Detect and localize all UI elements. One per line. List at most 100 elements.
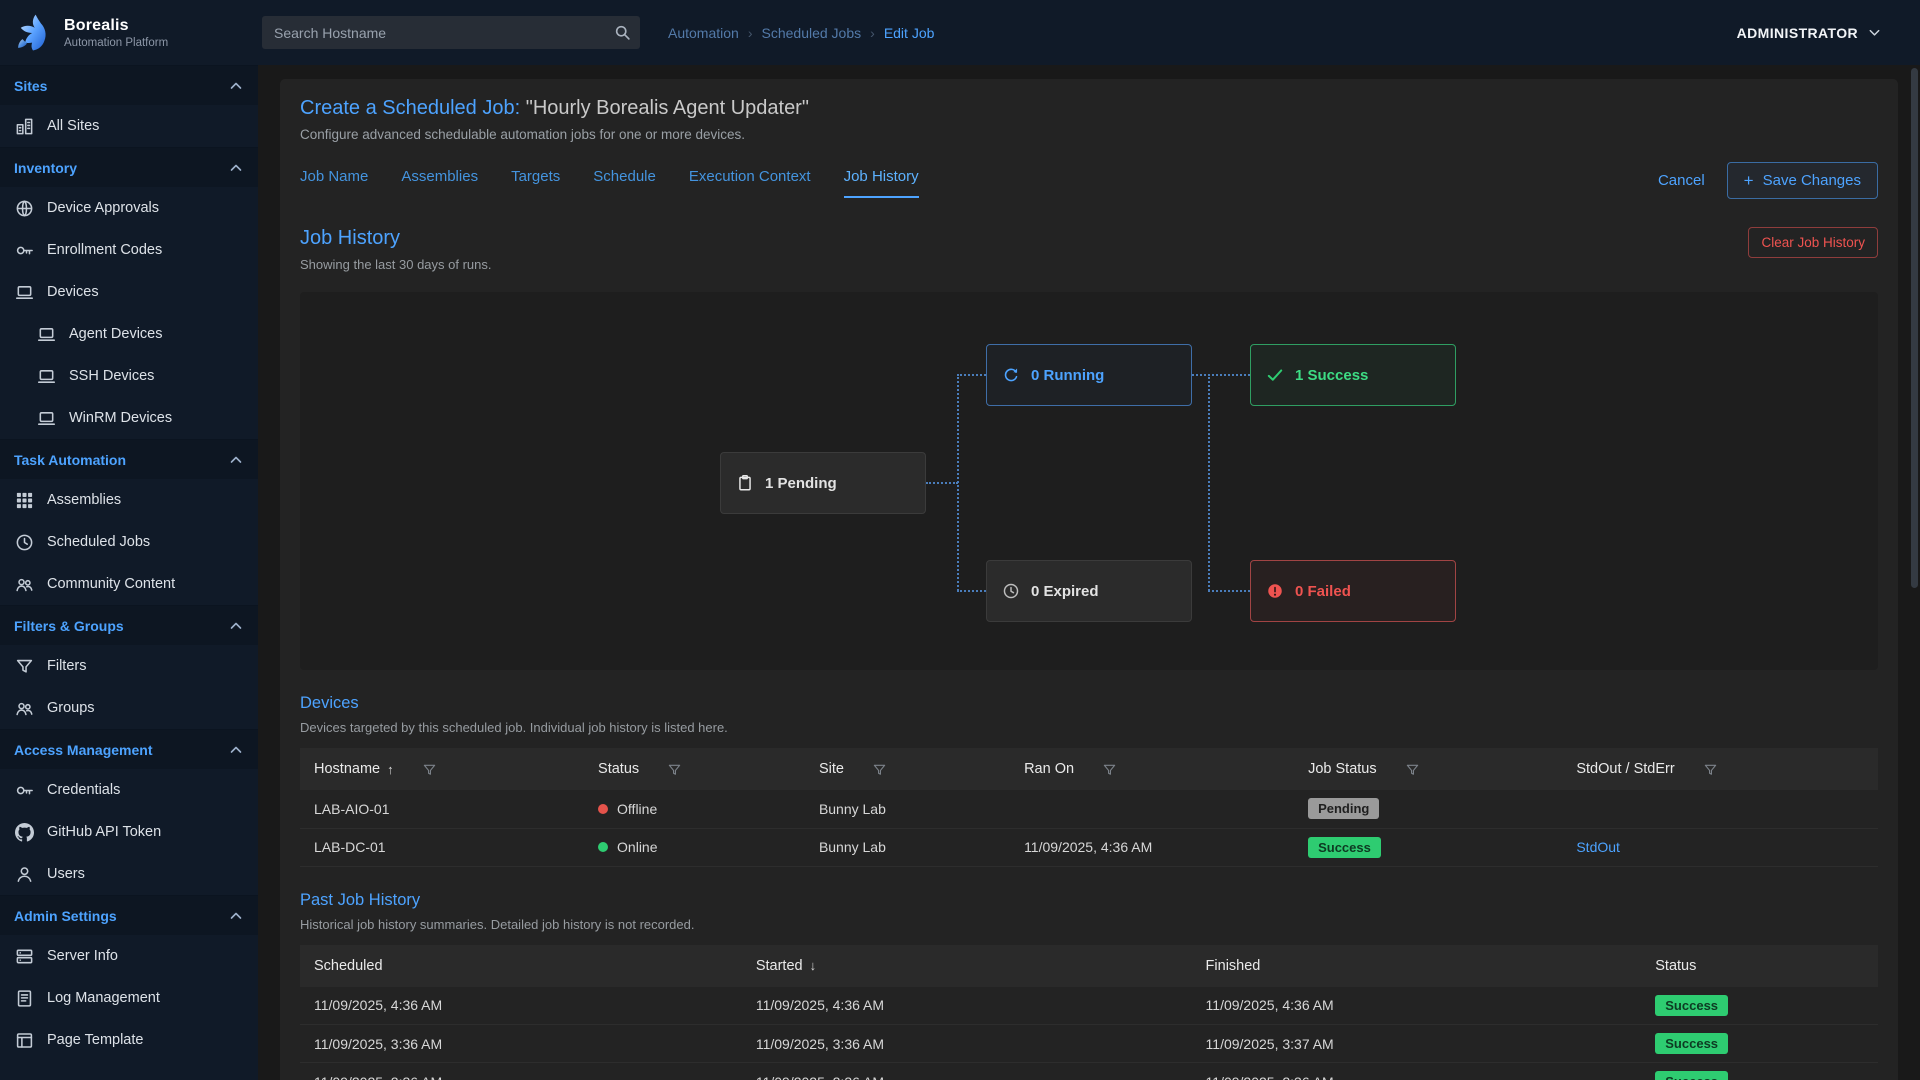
devices-subtitle: Devices targeted by this scheduled job. … [300,720,1878,735]
col-scheduled[interactable]: Scheduled [300,945,742,987]
sidebar-item-ssh-devices[interactable]: SSH Devices [0,355,258,397]
sidebar-item-agent-devices[interactable]: Agent Devices [0,313,258,355]
filter-icon[interactable] [667,762,682,777]
log-icon [15,989,34,1008]
sidebar-section-filters-groups[interactable]: Filters & Groups [0,605,258,645]
tab-targets[interactable]: Targets [511,168,560,198]
flow-node-failed: 0 Failed [1250,560,1456,622]
tab-job-history[interactable]: Job History [844,168,919,198]
sidebar-item-log-management[interactable]: Log Management [0,977,258,1019]
filter-icon[interactable] [1703,762,1718,777]
people-icon [15,699,34,718]
sidebar-section-task-automation[interactable]: Task Automation [0,439,258,479]
sidebar-item-server-info[interactable]: Server Info [0,935,258,977]
user-menu-label: ADMINISTRATOR [1737,25,1858,41]
sidebar-item-devices[interactable]: Devices [0,271,258,313]
cell-started: 11/09/2025, 4:36 AM [742,987,1192,1025]
brand-header[interactable]: Borealis Automation Platform [0,0,258,65]
flow-connector [1192,374,1250,376]
sidebar-section-access-management[interactable]: Access Management [0,729,258,769]
tab-execution-context[interactable]: Execution Context [689,168,811,198]
status-badge-success: Success [1655,1033,1728,1054]
col-hostname[interactable]: Hostname↑ [300,748,584,790]
past-row: 11/09/2025, 3:36 AM 11/09/2025, 3:36 AM … [300,1025,1878,1063]
sidebar-item-enrollment-codes[interactable]: Enrollment Codes [0,229,258,271]
stdout-link[interactable]: StdOut [1576,839,1620,855]
sidebar-section-inventory[interactable]: Inventory [0,147,258,187]
sidebar-item-groups[interactable]: Groups [0,687,258,729]
sidebar-section-admin-settings[interactable]: Admin Settings [0,895,258,935]
breadcrumb-item-edit-job[interactable]: Edit Job [884,25,935,41]
filter-icon[interactable] [422,762,437,777]
sidebar-item-github-api-token[interactable]: GitHub API Token [0,811,258,853]
clear-job-history-button[interactable]: Clear Job History [1748,227,1878,258]
devices-table: Hostname↑ Status Site Ran On Job Status … [300,748,1878,867]
job-history-header: Job History Showing the last 30 days of … [300,227,1878,272]
sidebar-item-all-sites[interactable]: All Sites [0,105,258,147]
globe-icon [15,199,34,218]
devices-header-row: Hostname↑ Status Site Ran On Job Status … [300,748,1878,790]
col-job-status[interactable]: Job Status [1294,748,1562,790]
filter-icon[interactable] [872,762,887,777]
breadcrumb-item-scheduled-jobs[interactable]: Scheduled Jobs [762,25,862,41]
search-input[interactable] [262,16,640,49]
filter-icon[interactable] [1405,762,1420,777]
tab-assemblies[interactable]: Assemblies [401,168,478,198]
flow-connector [1208,374,1210,591]
col-ran-on[interactable]: Ran On [1010,748,1294,790]
sidebar-item-page-template[interactable]: Page Template [0,1019,258,1061]
check-icon [1266,366,1284,384]
offline-dot [598,804,608,814]
col-status[interactable]: Status [1641,945,1878,987]
cell-stdout [1562,790,1878,828]
flow-connector [957,374,959,591]
sidebar-item-filters[interactable]: Filters [0,645,258,687]
flow-node-pending: 1 Pending [720,452,926,514]
brand-text: Borealis Automation Platform [64,17,168,49]
scrollbar-thumb[interactable] [1911,68,1918,588]
cell-scheduled: 11/09/2025, 4:36 AM [300,987,742,1025]
expired-clock-icon [1002,582,1020,600]
devices-title: Devices [300,694,1878,713]
col-site[interactable]: Site [805,748,1010,790]
cell-finished: 11/09/2025, 2:36 AM [1192,1063,1642,1080]
col-started[interactable]: Started↓ [742,945,1192,987]
tab-row: Job Name Assemblies Targets Schedule Exe… [300,162,1878,203]
sidebar-item-assemblies[interactable]: Assemblies [0,479,258,521]
status-badge-success: Success [1655,995,1728,1016]
col-finished[interactable]: Finished [1192,945,1642,987]
flow-connector [957,374,986,376]
breadcrumb-item-automation[interactable]: Automation [668,25,739,41]
main-content: Create a Scheduled Job: "Hourly Borealis… [258,65,1920,1080]
device-icon [37,325,56,344]
status-badge-success: Success [1308,837,1381,858]
save-changes-button[interactable]: + Save Changes [1727,162,1878,199]
tab-job-name[interactable]: Job Name [300,168,368,198]
tab-schedule[interactable]: Schedule [593,168,656,198]
past-row: 11/09/2025, 2:36 AM 11/09/2025, 2:36 AM … [300,1063,1878,1080]
job-history-title: Job History [300,227,492,250]
people-icon [15,575,34,594]
sidebar-item-community-content[interactable]: Community Content [0,563,258,605]
sort-asc-icon[interactable]: ↑ [387,762,394,777]
filter-icon[interactable] [1102,762,1117,777]
sidebar-item-winrm-devices[interactable]: WinRM Devices [0,397,258,439]
cell-status: Online [584,828,805,866]
cancel-button[interactable]: Cancel [1658,172,1705,189]
tab-actions: Cancel + Save Changes [1658,162,1878,203]
chevron-up-icon [228,160,244,176]
user-menu[interactable]: ADMINISTRATOR [1737,25,1882,41]
sidebar-item-users[interactable]: Users [0,853,258,895]
job-status-flow-diagram: 1 Pending 0 Running 1 Success 0 Expired … [300,292,1878,670]
sidebar-item-credentials[interactable]: Credentials [0,769,258,811]
col-stdout-stderr[interactable]: StdOut / StdErr [1562,748,1878,790]
sidebar-item-scheduled-jobs[interactable]: Scheduled Jobs [0,521,258,563]
device-icon [15,283,34,302]
vertical-scrollbar[interactable] [1911,68,1918,1076]
online-dot [598,842,608,852]
sidebar-item-device-approvals[interactable]: Device Approvals [0,187,258,229]
plus-icon: + [1744,172,1754,189]
sidebar-section-sites[interactable]: Sites [0,65,258,105]
col-status[interactable]: Status [584,748,805,790]
sort-desc-icon[interactable]: ↓ [810,958,817,973]
